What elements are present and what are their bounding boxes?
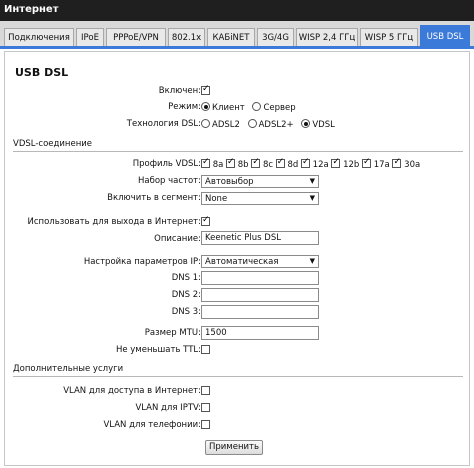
tab-3g4g[interactable]: 3G/4G bbox=[257, 28, 294, 46]
use-internet-label: Использовать для выхода в Интернет: bbox=[27, 217, 201, 227]
vlan-iptv-label: VLAN для IPTV: bbox=[135, 403, 201, 413]
ip-settings-label: Настройка параметров IP: bbox=[83, 257, 201, 267]
vlan-iptv-checkbox[interactable] bbox=[201, 403, 210, 412]
profile-8b-checkbox[interactable] bbox=[226, 157, 236, 168]
mode-label: Режим: bbox=[168, 102, 201, 112]
mode-server-option[interactable]: Сервер bbox=[252, 102, 296, 113]
dns3-input[interactable] bbox=[201, 305, 319, 319]
tech-vdsl-radio[interactable] bbox=[301, 119, 311, 128]
tab-usb-dsl[interactable]: USB DSL bbox=[420, 25, 470, 46]
page-title: USB DSL bbox=[15, 66, 69, 79]
dns2-label: DNS 2: bbox=[171, 290, 201, 300]
mtu-label: Размер MTU: bbox=[144, 328, 201, 338]
chevron-down-icon: ▼ bbox=[309, 194, 315, 202]
tech-adsl2-radio[interactable] bbox=[201, 119, 210, 128]
tab-wisp-24[interactable]: WISP 2,4 ГГц bbox=[296, 28, 358, 46]
freq-set-label: Набор частот: bbox=[137, 176, 201, 186]
tab-connections[interactable]: Подключения bbox=[4, 28, 74, 46]
description-input[interactable]: Keenetic Plus DSL bbox=[201, 231, 319, 245]
tech-vdsl-option[interactable]: VDSL bbox=[301, 119, 335, 130]
profile-8c-checkbox[interactable] bbox=[251, 157, 261, 168]
chevron-down-icon: ▼ bbox=[309, 257, 315, 265]
profile-8d-checkbox[interactable] bbox=[275, 157, 285, 168]
tab-kabinet[interactable]: КАБiNET bbox=[207, 28, 255, 46]
profile-12a-checkbox[interactable] bbox=[300, 157, 310, 168]
profile-8b-label: 8b bbox=[237, 160, 249, 170]
extra-services-header: Дополнительные услуги bbox=[13, 364, 463, 377]
tab-pppoe-vpn[interactable]: PPPoE/VPN bbox=[106, 28, 166, 46]
segment-label: Включить в сегмент: bbox=[107, 193, 201, 203]
tech-adsl2plus-option[interactable]: ADSL2+ bbox=[247, 119, 294, 130]
vdsl-section-header: VDSL-соединение bbox=[13, 139, 463, 152]
tab-strip: Подключения IPoE PPPoE/VPN 802.1x КАБiNE… bbox=[0, 21, 474, 49]
profile-12a-label: 12a bbox=[312, 160, 329, 170]
profile-8a-label: 8a bbox=[212, 160, 224, 170]
vdsl-profiles: 8a 8b 8c 8d 12a 12b 17a 30a bbox=[201, 157, 421, 170]
ttl-label: Не уменьшать TTL: bbox=[115, 345, 201, 355]
profile-17a-label: 17a bbox=[373, 160, 390, 170]
profile-8d-label: 8d bbox=[287, 160, 299, 170]
tab-wisp-5[interactable]: WISP 5 ГГц bbox=[360, 28, 418, 46]
description-label: Описание: bbox=[154, 234, 201, 244]
tab-8021x[interactable]: 802.1x bbox=[168, 28, 205, 46]
profile-17a-checkbox[interactable] bbox=[362, 157, 372, 168]
ip-settings-select[interactable]: Автоматическая ▼ bbox=[201, 255, 319, 268]
tech-adsl2plus-radio[interactable] bbox=[247, 119, 257, 128]
window-title: Интернет bbox=[0, 0, 474, 21]
profile-30a-label: 30a bbox=[404, 160, 421, 170]
profile-8c-label: 8c bbox=[262, 160, 274, 170]
vlan-internet-label: VLAN для доступа в Интернет: bbox=[63, 386, 201, 396]
dns1-label: DNS 1: bbox=[171, 273, 201, 283]
segment-select[interactable]: None ▼ bbox=[201, 192, 319, 205]
apply-button[interactable]: Применить bbox=[205, 440, 263, 455]
freq-set-select[interactable]: Автовыбор ▼ bbox=[201, 175, 319, 188]
profile-30a-checkbox[interactable] bbox=[392, 157, 402, 168]
chevron-down-icon: ▼ bbox=[309, 177, 315, 185]
dns2-input[interactable] bbox=[201, 288, 319, 302]
vlan-phone-checkbox[interactable] bbox=[201, 420, 210, 429]
enabled-label: Включен: bbox=[158, 86, 201, 96]
vlan-phone-label: VLAN для телефонии: bbox=[103, 420, 201, 430]
dsl-tech-label: Технология DSL: bbox=[126, 119, 201, 129]
use-internet-checkbox[interactable] bbox=[201, 215, 210, 226]
vdsl-profile-label: Профиль VDSL: bbox=[132, 159, 201, 169]
enabled-checkbox[interactable] bbox=[201, 84, 210, 95]
profile-12b-checkbox[interactable] bbox=[331, 157, 341, 168]
tab-ipoe[interactable]: IPoE bbox=[76, 28, 104, 46]
vlan-internet-checkbox[interactable] bbox=[201, 386, 210, 395]
dns1-input[interactable] bbox=[201, 271, 319, 285]
profile-8a-checkbox[interactable] bbox=[201, 157, 210, 168]
profile-12b-label: 12b bbox=[343, 160, 360, 170]
tech-adsl2-option[interactable]: ADSL2 bbox=[201, 119, 240, 130]
dns3-label: DNS 3: bbox=[171, 307, 201, 317]
ttl-checkbox[interactable] bbox=[201, 345, 210, 354]
mode-client-option[interactable]: Клиент bbox=[201, 102, 245, 113]
mode-server-radio[interactable] bbox=[252, 102, 262, 111]
mtu-input[interactable]: 1500 bbox=[201, 326, 319, 340]
mode-client-radio[interactable] bbox=[201, 102, 210, 111]
settings-panel: USB DSL Включен: Режим: Клиент Сервер Те… bbox=[4, 51, 470, 466]
